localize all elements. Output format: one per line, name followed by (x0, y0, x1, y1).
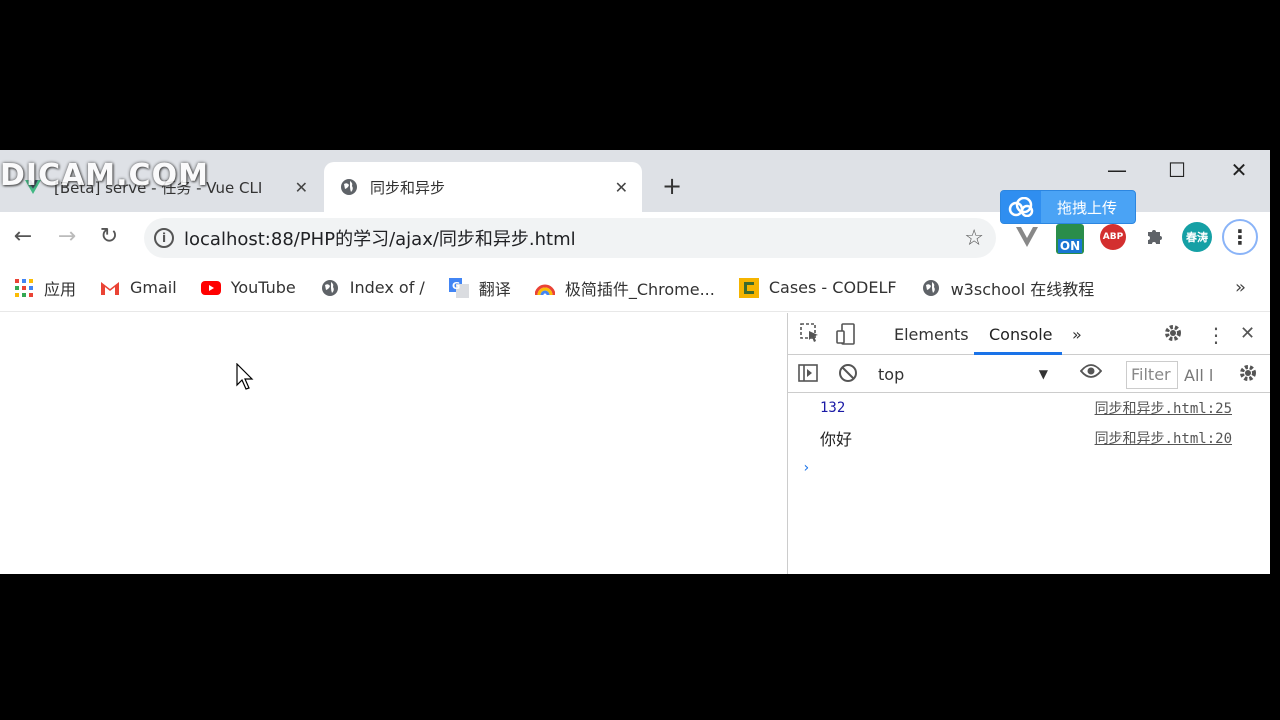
clear-console-icon[interactable] (838, 363, 858, 388)
context-select[interactable]: top ▼ (878, 361, 1054, 387)
back-button[interactable]: ← (10, 224, 36, 250)
info-icon[interactable]: i (154, 228, 174, 248)
on-toggle-extension-icon[interactable]: ON (1056, 224, 1084, 254)
bookmark-label: Cases - CODELF (768, 278, 897, 297)
eye-icon[interactable] (1079, 363, 1103, 384)
bookmarks-overflow-button[interactable]: » (1235, 277, 1246, 298)
sidebar-toggle-icon[interactable] (798, 363, 818, 388)
on-label: ON (1057, 239, 1083, 253)
google-translate-icon: G (448, 277, 469, 298)
tab-console[interactable]: Console (989, 325, 1053, 344)
globe-icon (921, 278, 941, 298)
recorder-watermark: DICAM.COM (0, 158, 209, 193)
globe-icon (340, 178, 358, 196)
context-value: top (878, 364, 905, 384)
tab-elements[interactable]: Elements (894, 325, 969, 344)
bookmark-chrome-plugins[interactable]: 极简插件_Chrome... (534, 276, 715, 300)
svg-text:G: G (452, 281, 460, 292)
log-levels-select[interactable]: All l (1184, 366, 1213, 385)
bookmark-gmail[interactable]: Gmail (100, 278, 177, 298)
youtube-icon (200, 278, 221, 298)
new-tab-button[interactable]: + (660, 172, 684, 200)
console-settings-gear-icon[interactable] (1238, 363, 1258, 388)
bookmark-label: 极简插件_Chrome... (564, 279, 715, 299)
chrome-menu-button[interactable]: ⋮ (1222, 219, 1258, 255)
bookmark-label: w3school 在线教程 (950, 279, 1095, 299)
puzzle-icon[interactable] (1142, 224, 1168, 250)
bookmark-apps[interactable]: 应用 (14, 276, 76, 300)
forward-button[interactable]: → (54, 224, 80, 250)
gear-icon[interactable] (1163, 323, 1183, 348)
address-bar[interactable]: i localhost:88/PHP的学习/ajax/同步和异步.html ☆ (144, 218, 996, 258)
browser-window: [Beta] serve - 任务 - Vue CLI ✕ 同步和异步 ✕ DI… (0, 150, 1270, 574)
bookmark-label: YouTube (230, 278, 296, 297)
bookmark-youtube[interactable]: YouTube (200, 278, 296, 298)
close-icon[interactable]: ✕ (1240, 323, 1255, 344)
bookmarks-bar: 应用 Gmail YouTube Index of / G 翻译 极简插件_Ch… (0, 264, 1270, 312)
tab-sync-async[interactable]: 同步和异步 ✕ (324, 162, 642, 212)
rainbow-icon (534, 278, 555, 298)
console-output: 132 同步和异步.html:25 你好 同步和异步.html:20 › (788, 393, 1270, 483)
minimize-button[interactable]: — (1102, 158, 1132, 182)
globe-icon (320, 278, 340, 298)
bookmark-w3school[interactable]: w3school 在线教程 (921, 276, 1095, 300)
mouse-cursor-icon (236, 363, 254, 390)
bookmark-star-icon[interactable]: ☆ (964, 226, 984, 251)
log-source-link[interactable]: 同步和异步.html:25 (1095, 398, 1232, 418)
tab-label: 同步和异步 (370, 178, 446, 197)
apps-grid-icon (14, 278, 34, 298)
maximize-button[interactable]: ☐ (1162, 158, 1192, 182)
console-filter-bar: top ▼ Filter All l (788, 355, 1270, 393)
more-vertical-icon[interactable]: ⋮ (1206, 323, 1226, 347)
adblock-extension-icon[interactable]: ABP (1100, 224, 1126, 250)
log-message: 132 (820, 400, 846, 416)
bookmark-label: Gmail (130, 278, 177, 297)
bookmark-label: Index of / (349, 278, 425, 297)
filter-input[interactable]: Filter (1126, 361, 1178, 389)
console-prompt-row[interactable]: › (788, 453, 1270, 483)
codelf-icon (738, 277, 759, 298)
bookmark-codelf[interactable]: Cases - CODELF (738, 277, 897, 298)
more-tabs-button[interactable]: » (1072, 325, 1082, 344)
close-window-button[interactable]: ✕ (1224, 158, 1254, 182)
cloud-icon (1001, 191, 1041, 223)
tab-close-button[interactable]: ✕ (295, 178, 308, 197)
vue-devtools-extension-icon[interactable] (1014, 224, 1040, 250)
inspect-element-icon[interactable] (800, 323, 820, 348)
url-text[interactable]: localhost:88/PHP的学习/ajax/同步和异步.html (184, 225, 576, 251)
console-log-row: 你好 同步和异步.html:20 (788, 423, 1270, 453)
bookmark-label: 翻译 (478, 279, 511, 299)
log-message: 你好 (820, 430, 853, 449)
tab-close-button[interactable]: ✕ (615, 178, 628, 197)
console-log-row: 132 同步和异步.html:25 (788, 393, 1270, 423)
devtools-tab-bar: Elements Console » ⋮ ✕ (788, 313, 1270, 355)
console-prompt[interactable]: › (802, 460, 810, 476)
device-toolbar-icon[interactable] (836, 323, 856, 350)
page-content (0, 313, 786, 574)
devtools-panel: Elements Console » ⋮ ✕ top ▼ Filter All … (787, 313, 1270, 574)
chevron-down-icon: ▼ (1038, 367, 1048, 381)
bookmark-index[interactable]: Index of / (320, 278, 425, 298)
upload-label: 拖拽上传 (1057, 198, 1118, 217)
bookmark-label: 应用 (44, 279, 77, 299)
drag-upload-badge[interactable]: 拖拽上传 (1000, 190, 1136, 224)
profile-avatar[interactable]: 春涛 (1182, 222, 1212, 252)
reload-button[interactable]: ↻ (96, 224, 122, 250)
bookmark-translate[interactable]: G 翻译 (448, 276, 511, 300)
log-source-link[interactable]: 同步和异步.html:20 (1095, 428, 1232, 448)
gmail-icon (100, 278, 120, 298)
